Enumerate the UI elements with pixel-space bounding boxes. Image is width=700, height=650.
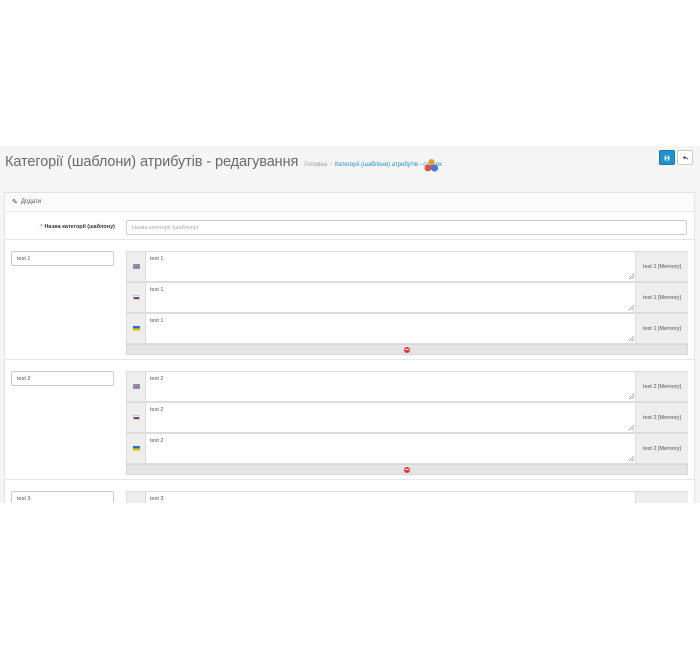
translation-textarea[interactable]: test 3 [145,492,635,503]
category-name-label-text: Назва категорії (шаблону) [44,224,115,230]
translation-row: test 1 test 1 [Memory] [126,282,688,313]
app-window: Категорії (шаблони) атрибутів - редагува… [0,146,700,503]
ru-flag-icon [132,295,140,300]
group-divider [5,239,694,240]
required-mark: * [40,224,43,230]
uk-flag-icon [132,384,140,389]
translation-textarea[interactable]: test 1 [145,283,635,312]
category-name-row: * Назва категорії (шаблону) Назва категор… [5,220,694,236]
panel-heading: ✎ Додати [5,193,694,212]
category-name-label: * Назва категорії (шаблону) [5,224,115,230]
group-divider [5,359,694,360]
ua-flag-icon [132,326,140,331]
flag-cell [127,314,146,343]
translation-textarea[interactable]: test 2 [145,434,635,463]
ua-flag-icon [132,446,140,451]
translation-row: test 2 test 2 [Memory] [126,433,688,464]
breadcrumb-separator: › [330,162,333,168]
flag-cell [127,252,146,281]
translation-textarea[interactable]: test 1 [145,252,635,281]
memory-cell [635,492,688,503]
memory-cell: test 1 [Memory] [635,314,688,343]
attribute-key-input[interactable]: test 3 [11,491,114,503]
remove-group-button[interactable] [126,344,688,355]
resize-handle-icon[interactable] [629,425,634,430]
resize-handle-icon[interactable] [629,394,634,399]
save-button[interactable] [659,150,675,165]
resize-handle-icon[interactable] [629,305,634,310]
attribute-key-input[interactable]: test 1 [11,251,114,266]
panel-heading-text: Додати [20,199,42,205]
logo-icon [424,159,439,172]
back-button[interactable] [677,150,693,165]
group-divider [5,479,694,480]
minus-circle-icon [404,346,410,353]
uk-flag-icon [132,264,140,269]
save-icon [664,155,670,160]
breadcrumb: Головна › Категорії (шаблони) атрибутів - … [304,162,442,168]
translation-row: test 3 [126,491,688,503]
pencil-icon: ✎ [12,199,18,206]
memory-cell: test 1 [Memory] [635,283,688,312]
page-title: Категорії (шаблони) атрибутів - редагува… [5,154,299,170]
translation-row: test 1 test 1 [Memory] [126,313,688,344]
translation-textarea[interactable]: test 2 [145,403,635,432]
flag-cell [127,403,146,432]
form-panel: ✎ Додати * Назва категорії (шаблону) Назв… [4,192,695,503]
resize-handle-icon[interactable] [629,274,634,279]
translation-textarea[interactable]: test 1 [145,314,635,343]
flag-cell [127,283,146,312]
flag-cell [127,434,146,463]
page-header: Категорії (шаблони) атрибутів - редагува… [5,154,442,170]
resize-handle-icon[interactable] [629,336,634,341]
attribute-key-input[interactable]: test 2 [11,371,114,386]
memory-cell: test 2 [Memory] [635,434,688,463]
memory-cell: test 1 [Memory] [635,252,688,281]
flag-cell [127,372,146,401]
reply-icon [682,155,688,160]
category-name-input[interactable]: Назва категорії (шаблону) [126,220,687,235]
translation-textarea[interactable]: test 2 [145,372,635,401]
memory-cell: test 2 [Memory] [635,403,688,432]
minus-circle-icon [404,466,410,473]
remove-group-button[interactable] [126,464,688,475]
resize-handle-icon[interactable] [629,456,634,461]
ru-flag-icon [132,415,140,420]
translation-row: test 2 test 2 [Memory] [126,371,688,402]
translation-row: test 2 test 2 [Memory] [126,402,688,433]
flag-cell [127,492,146,503]
memory-cell: test 2 [Memory] [635,372,688,401]
translation-row: test 1 test 1 [Memory] [126,251,688,282]
breadcrumb-home[interactable]: Головна [304,162,327,168]
